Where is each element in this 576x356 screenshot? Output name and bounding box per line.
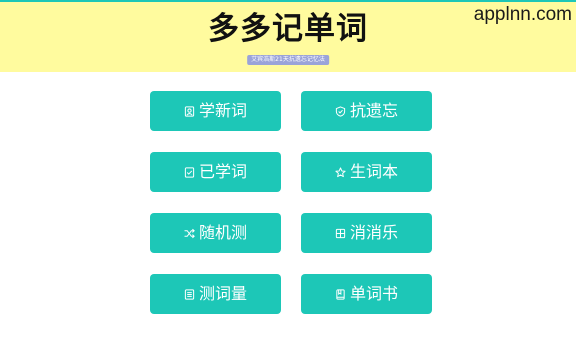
shuffle-icon bbox=[184, 228, 195, 239]
button-label: 单词书 bbox=[349, 284, 398, 303]
button-label: 消消乐 bbox=[349, 223, 398, 242]
button-label: 随机测 bbox=[198, 223, 247, 242]
button-label: 学新词 bbox=[198, 101, 247, 120]
shield-icon bbox=[335, 105, 346, 117]
match-game-button[interactable]: 消消乐 bbox=[301, 213, 432, 253]
grid-icon bbox=[335, 228, 346, 239]
app-page: 多多记单词 艾宾浩斯21天抗遗忘记忆法 applnn.com 学新词 抗遗忘 已… bbox=[0, 0, 576, 356]
subtitle-badge: 艾宾浩斯21天抗遗忘记忆法 bbox=[247, 55, 329, 65]
button-label: 抗遗忘 bbox=[349, 101, 398, 120]
learn-new-words-button[interactable]: 学新词 bbox=[150, 91, 281, 131]
site-watermark: applnn.com bbox=[473, 4, 572, 25]
portrait-icon bbox=[184, 105, 195, 117]
button-label: 测词量 bbox=[198, 284, 247, 303]
book-icon bbox=[335, 288, 346, 300]
learned-words-button[interactable]: 已学词 bbox=[150, 152, 281, 192]
star-icon bbox=[335, 166, 346, 178]
vocabulary-notebook-button[interactable]: 生词本 bbox=[301, 152, 432, 192]
anti-forget-button[interactable]: 抗遗忘 bbox=[301, 91, 432, 131]
checklist-icon bbox=[184, 166, 195, 178]
list-icon bbox=[184, 288, 195, 300]
random-test-button[interactable]: 随机测 bbox=[150, 213, 281, 253]
word-books-button[interactable]: 单词书 bbox=[301, 274, 432, 314]
button-label: 生词本 bbox=[349, 162, 398, 181]
button-label: 已学词 bbox=[198, 162, 247, 181]
vocabulary-test-button[interactable]: 测词量 bbox=[150, 274, 281, 314]
